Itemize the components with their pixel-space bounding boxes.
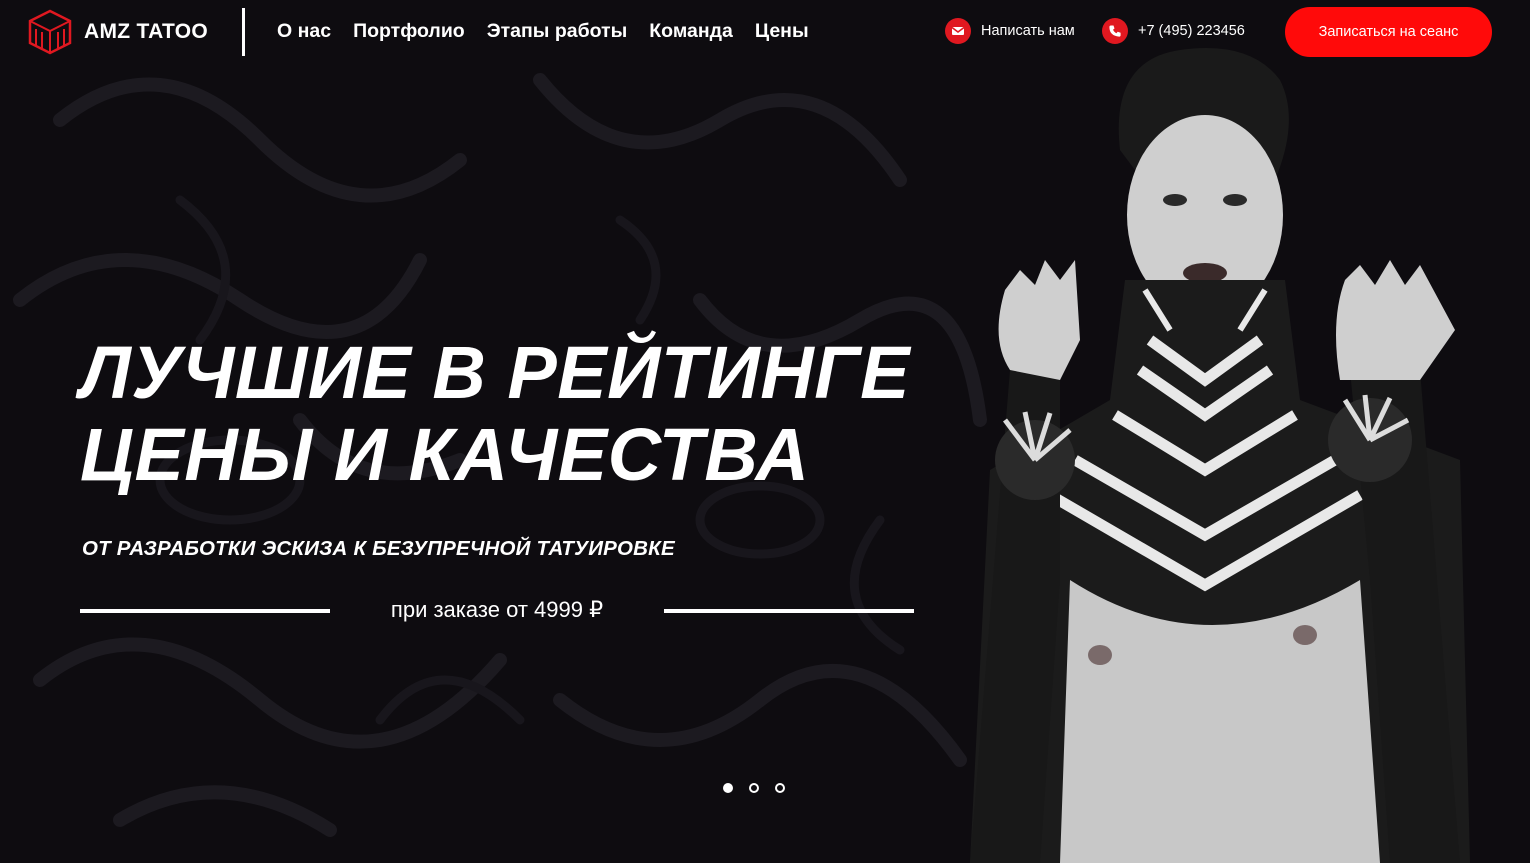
- main-nav: О нас Портфолио Этапы работы Команда Цен…: [277, 20, 831, 43]
- hero-headline-line-1: Лучшие в рейтинге: [80, 331, 911, 414]
- nav-link-team[interactable]: Команда: [649, 20, 733, 43]
- nav-link-stages[interactable]: Этапы работы: [487, 20, 628, 43]
- price-rule-right: [664, 609, 914, 613]
- price-note: при заказе от 4999 ₽: [390, 597, 604, 622]
- hero-headline-line-2: цены и качества: [80, 413, 810, 496]
- write-us-link[interactable]: Написать нам: [945, 18, 1075, 44]
- slider-dot-1[interactable]: [723, 783, 733, 793]
- phone-icon: [1102, 18, 1128, 44]
- write-us-label: Написать нам: [981, 23, 1075, 39]
- brand-logo[interactable]: AMZ TATOO: [28, 9, 208, 55]
- slider-dots: [723, 783, 801, 793]
- nav-link-prices[interactable]: Цены: [755, 20, 809, 43]
- mail-icon: [945, 18, 971, 44]
- phone-link[interactable]: +7 (495) 223456: [1102, 18, 1245, 44]
- hero-model-image: [970, 48, 1470, 863]
- header-divider: [242, 8, 245, 56]
- phone-number: +7 (495) 223456: [1138, 23, 1245, 39]
- hero-subheadline: ОТ РАЗРАБОТКИ ЭСКИЗА К БЕЗУПРЕЧНОЙ ТАТУИ…: [82, 537, 675, 560]
- book-session-button[interactable]: Записаться на сеанс: [1285, 7, 1492, 57]
- slider-dot-3[interactable]: [775, 783, 785, 793]
- nav-link-about[interactable]: О нас: [277, 20, 331, 43]
- slider-dot-2[interactable]: [749, 783, 759, 793]
- price-rule-left: [80, 609, 330, 613]
- nav-link-portfolio[interactable]: Портфолио: [353, 20, 465, 43]
- hex-cube-logo-icon: [28, 9, 72, 55]
- brand-name: AMZ TATOO: [84, 20, 209, 43]
- hero-headline: Лучшие в рейтинге цены и качества: [80, 332, 910, 496]
